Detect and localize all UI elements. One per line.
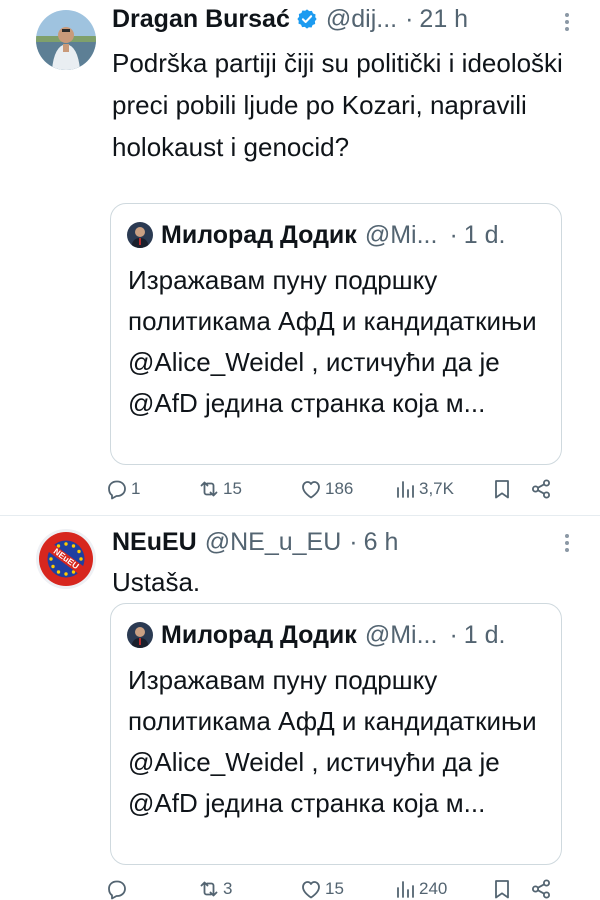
tweet-header: NEuEU @NE_u_EU · 6 h: [112, 525, 580, 559]
author-name[interactable]: NEuEU: [112, 528, 197, 557]
views-button[interactable]: 240: [393, 874, 447, 900]
retweet-count: 15: [223, 479, 242, 498]
quoted-tweet-time: 1 d.: [463, 620, 506, 649]
bookmark-icon: [495, 880, 509, 899]
separator-dot: ·: [449, 220, 458, 249]
retweet-button[interactable]: 3: [197, 874, 232, 900]
separator-dot: ·: [405, 4, 414, 33]
bookmark-button[interactable]: [490, 874, 514, 900]
author-handle[interactable]: @NE_u_EU: [205, 528, 342, 557]
reply-icon: [108, 880, 126, 900]
share-icon: [532, 479, 550, 499]
quoted-tweet-time: 1 d.: [463, 220, 506, 249]
quoted-tweet-header: Милорад Додик @Mi... · 1 d.: [127, 218, 547, 252]
bookmark-icon: [495, 480, 509, 499]
retweet-icon: [200, 481, 218, 497]
tweet-text: Podrška partiji čiji su politički i ideo…: [112, 48, 563, 162]
more-options-icon[interactable]: [564, 531, 570, 557]
quoted-author-name: Милорад Додик: [161, 220, 357, 249]
quoted-tweet-text: Изражавам пуну подршку политикама АфД и …: [128, 265, 537, 418]
reply-button[interactable]: 1: [105, 474, 140, 504]
author-handle[interactable]: @dij...: [326, 5, 397, 34]
reply-button[interactable]: [105, 874, 131, 900]
share-button[interactable]: [529, 474, 553, 504]
quoted-tweet-text: Изражавам пуну подршку политикама АфД и …: [128, 665, 537, 818]
view-count: 3,7K: [419, 479, 454, 498]
avatar[interactable]: NEuEU: [36, 529, 96, 589]
tweet-header: Dragan Bursać @dij... · 21 h: [112, 2, 580, 36]
tweet-actions: 3 15 240: [105, 874, 565, 900]
retweet-button[interactable]: 15: [197, 474, 242, 504]
quoted-author-handle: @Mi...: [364, 620, 438, 649]
views-icon: [397, 481, 414, 498]
avatar-photo: [36, 10, 96, 70]
author-name[interactable]: Dragan Bursać: [112, 5, 290, 34]
retweet-icon: [200, 881, 218, 897]
avatar[interactable]: [36, 10, 96, 70]
separator-dot: ·: [349, 527, 358, 556]
tweet[interactable]: NEuEU NEuEU @NE_u_EU · 6 h Ustaša. Милор…: [0, 517, 600, 900]
tweet[interactable]: Dragan Bursać @dij... · 21 h Podrška par…: [0, 0, 600, 516]
like-button[interactable]: 186: [299, 474, 353, 504]
view-count: 240: [419, 879, 448, 898]
separator-dot: ·: [449, 620, 458, 649]
like-count: 15: [325, 879, 344, 898]
tweet-text: Ustaša.: [112, 567, 201, 597]
bookmark-button[interactable]: [490, 474, 514, 504]
reply-icon: [108, 480, 126, 500]
quoted-tweet[interactable]: Милорад Додик @Mi... · 1 d. Изражавам пу…: [110, 203, 562, 465]
neueu-logo-avatar: NEuEU: [36, 529, 96, 589]
like-count: 186: [325, 479, 354, 498]
share-button[interactable]: [529, 874, 553, 900]
views-button[interactable]: 3,7K: [393, 474, 454, 504]
verified-badge-icon: [297, 9, 317, 29]
quoted-tweet[interactable]: Милорад Додик @Mi... · 1 d. Изражавам пу…: [110, 603, 562, 865]
quoted-avatar: [127, 622, 153, 648]
reply-count: 1: [131, 479, 141, 498]
views-icon: [397, 881, 414, 898]
tweet-time[interactable]: 6 h: [364, 528, 399, 557]
heart-icon: [302, 881, 320, 899]
tweet-actions: 1 15 186 3,7K: [105, 474, 565, 504]
quoted-avatar: [127, 222, 153, 248]
heart-icon: [302, 481, 320, 499]
quoted-author-name: Милорад Додик: [161, 620, 357, 649]
quoted-author-handle: @Mi...: [364, 220, 438, 249]
tweet-time[interactable]: 21 h: [419, 5, 468, 34]
retweet-count: 3: [223, 879, 233, 898]
quoted-tweet-header: Милорад Додик @Mi... · 1 d.: [127, 618, 547, 652]
like-button[interactable]: 15: [299, 874, 344, 900]
share-icon: [532, 879, 550, 899]
more-options-icon[interactable]: [564, 10, 570, 36]
